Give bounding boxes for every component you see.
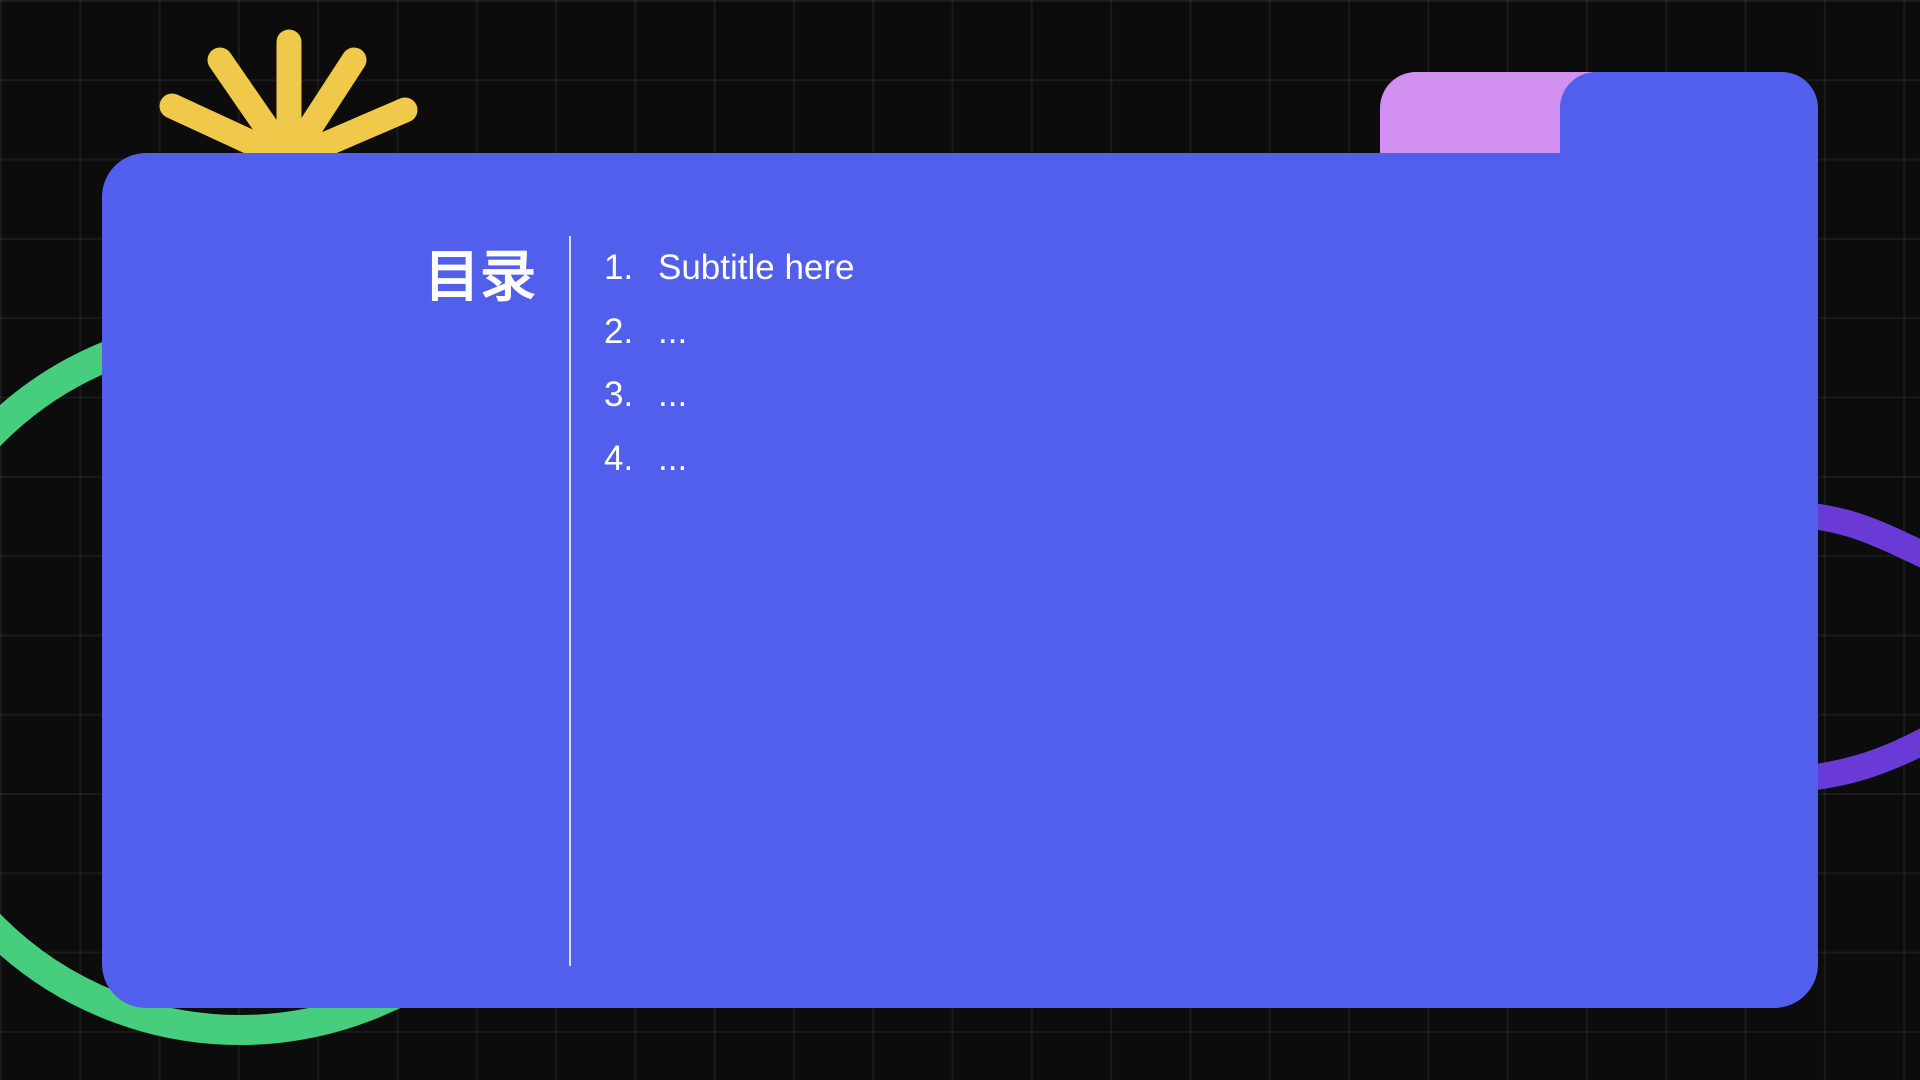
- toc-item-label: ...: [658, 311, 688, 351]
- toc-item-number: 4.: [604, 438, 634, 478]
- slide: 目录 1. Subtitle here 2. ... 3. ... 4. ...: [0, 0, 1920, 1080]
- vertical-divider: [569, 236, 571, 966]
- toc-item-label: ...: [658, 438, 688, 478]
- sunburst-icon: [159, 29, 418, 173]
- toc-item-number: 3.: [604, 375, 634, 414]
- page-title: 目录: [424, 245, 536, 310]
- toc-item-number: 2.: [604, 311, 634, 351]
- toc-item-label: ...: [658, 375, 688, 414]
- toc-item-label: Subtitle here: [658, 248, 855, 287]
- toc-item-3: 3. ...: [604, 363, 855, 427]
- table-of-contents: 1. Subtitle here 2. ... 3. ... 4. ...: [604, 236, 855, 490]
- toc-item-number: 1.: [604, 248, 634, 287]
- toc-item-1: 1. Subtitle here: [604, 236, 855, 300]
- toc-item-2: 2. ...: [604, 300, 855, 364]
- toc-item-4: 4. ...: [604, 427, 855, 491]
